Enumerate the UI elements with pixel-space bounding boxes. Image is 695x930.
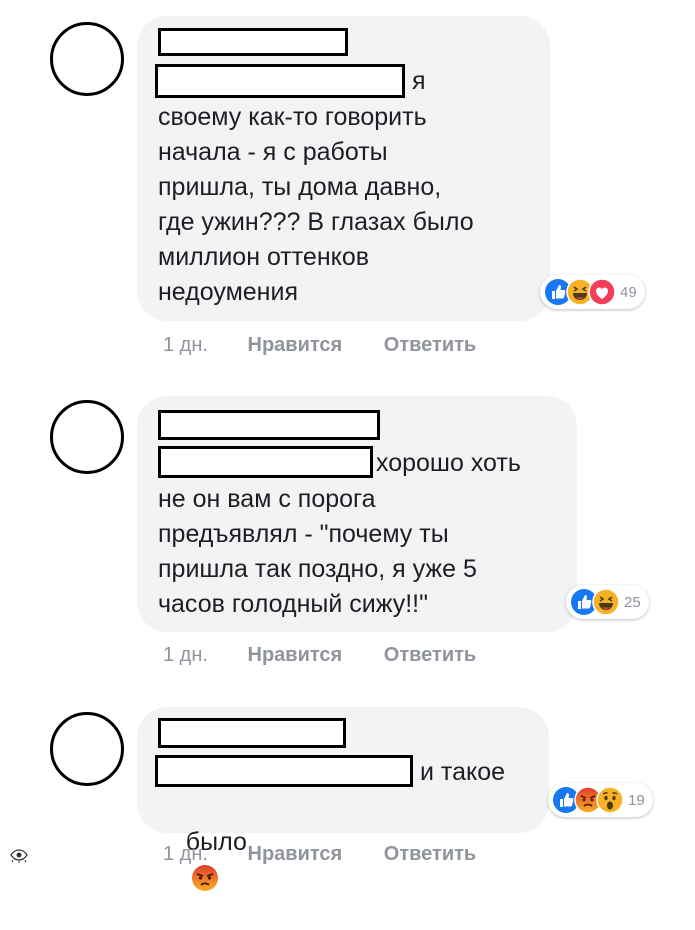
like-button[interactable]: Нравится: [248, 644, 343, 666]
redacted-mention: [155, 64, 405, 98]
comment-text-suffix: и такое: [420, 758, 506, 786]
comment-text-line: пришла, ты дома давно,: [158, 173, 442, 201]
comment-actions: 1 дн. Нравится Ответить: [163, 843, 476, 866]
comment-text-line: миллион оттенков: [158, 243, 370, 271]
comment-time[interactable]: 1 дн.: [163, 644, 208, 666]
comment-text-line: недоумения: [158, 278, 298, 306]
reactions-summary[interactable]: 49: [540, 275, 645, 309]
comment-text-line: начала - я с работы: [158, 138, 388, 166]
reply-button[interactable]: Ответить: [384, 334, 476, 356]
wow-reaction-icon: [596, 786, 624, 814]
comment-actions: 1 дн. Нравится Ответить: [163, 334, 476, 357]
comment-time[interactable]: 1 дн.: [163, 334, 208, 356]
eye-logo-icon: [10, 847, 28, 868]
comment-text-line: часов голодный сижу!!": [158, 590, 428, 618]
avatar[interactable]: [50, 400, 124, 474]
like-button[interactable]: Нравится: [248, 843, 343, 865]
redacted-mention: [158, 446, 373, 478]
comment-text-line: предъявлял - "почему ты: [158, 520, 449, 548]
comment-text-line: пришла так поздно, я уже 5: [158, 555, 477, 583]
redacted-mention: [155, 755, 413, 787]
avatar[interactable]: [50, 22, 124, 96]
comment-actions: 1 дн. Нравится Ответить: [163, 644, 476, 667]
reply-button[interactable]: Ответить: [384, 644, 476, 666]
reaction-count: 19: [628, 791, 645, 809]
comment-text-suffix: хорошо хоть: [376, 449, 521, 477]
reactions-summary[interactable]: 19: [548, 783, 653, 817]
comment-text-line: не он вам с порога: [158, 485, 376, 513]
reactions-summary[interactable]: 25: [566, 585, 649, 619]
like-button[interactable]: Нравится: [248, 334, 343, 356]
avatar[interactable]: [50, 712, 124, 786]
angry-face-emoji-icon: [191, 865, 218, 892]
redacted-author-name: [158, 28, 348, 56]
redacted-author-name: [158, 410, 380, 440]
redacted-author-name: [158, 718, 346, 748]
comment-text-line: где ужин??? В глазах было: [158, 208, 474, 236]
reaction-count: 49: [620, 283, 637, 301]
reply-button[interactable]: Ответить: [384, 843, 476, 865]
comment-text-suffix: я: [412, 67, 426, 95]
reaction-count: 25: [624, 593, 641, 611]
haha-reaction-icon: [592, 588, 620, 616]
comment-text-line: своему как-то говорить: [158, 103, 427, 131]
comment-time[interactable]: 1 дн.: [163, 843, 208, 865]
love-reaction-icon: [588, 278, 616, 306]
